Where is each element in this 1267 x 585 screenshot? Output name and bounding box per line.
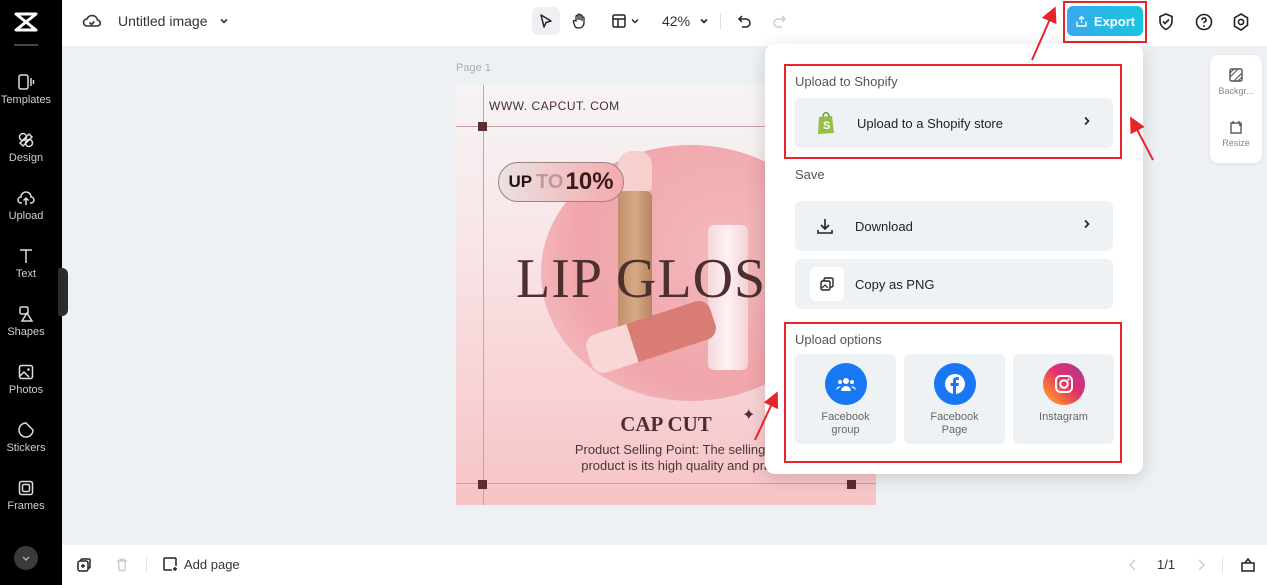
undo-icon bbox=[737, 15, 751, 28]
layout-icon bbox=[611, 14, 626, 28]
templates-icon bbox=[18, 74, 35, 90]
help-icon[interactable] bbox=[1194, 12, 1214, 32]
background-icon bbox=[1229, 68, 1243, 82]
sidebar-label: Design bbox=[8, 152, 44, 164]
hand-icon bbox=[572, 13, 585, 29]
layout-dropdown-button[interactable] bbox=[606, 7, 644, 35]
download-label: Download bbox=[855, 218, 913, 234]
upload-options-highlight-box bbox=[784, 322, 1122, 463]
shield-check-icon[interactable] bbox=[1156, 12, 1176, 32]
resize-handle[interactable] bbox=[478, 122, 487, 131]
hand-tool-button[interactable] bbox=[566, 7, 594, 35]
sidebar-item-frames[interactable]: Frames bbox=[0, 479, 52, 512]
guide-line bbox=[456, 483, 876, 484]
sidebar-label: Shapes bbox=[7, 326, 45, 338]
download-button[interactable]: Download bbox=[795, 201, 1113, 251]
sidebar-item-shapes[interactable]: Shapes bbox=[0, 305, 52, 338]
resize-label: Resize bbox=[1222, 138, 1250, 148]
sidebar-label: Text bbox=[15, 268, 37, 280]
copy-png-label: Copy as PNG bbox=[855, 276, 935, 292]
left-sidebar: Templates Design Upload Text Shapes Phot… bbox=[0, 0, 62, 585]
guide-line bbox=[483, 85, 484, 505]
right-tool-panel: Backgr... Resize bbox=[1210, 55, 1262, 163]
sidebar-collapse-handle[interactable] bbox=[58, 268, 68, 316]
resize-button[interactable]: Resize bbox=[1210, 119, 1262, 148]
copy-image-icon bbox=[820, 277, 834, 291]
poster-headline[interactable]: LIP GLOSS bbox=[516, 247, 798, 311]
zoom-level[interactable]: 42% bbox=[662, 13, 690, 29]
badge-text-up: UP bbox=[508, 172, 533, 191]
sidebar-item-design[interactable]: Design bbox=[0, 131, 52, 164]
export-highlight-box bbox=[1063, 1, 1147, 43]
export-menu: Upload to Shopify S Upload to a Shopify … bbox=[765, 44, 1143, 474]
zoom-chevron-down-icon[interactable] bbox=[698, 15, 710, 27]
cloud-save-icon[interactable] bbox=[82, 11, 102, 31]
sidebar-more-button[interactable] bbox=[14, 546, 38, 570]
resize-handle[interactable] bbox=[478, 480, 487, 489]
divider bbox=[146, 557, 147, 573]
poster-url[interactable]: WWW. CAPCUT. COM bbox=[489, 99, 620, 113]
copy-icon-wrap bbox=[810, 267, 844, 301]
pointer-icon bbox=[540, 14, 552, 28]
chevron-down-icon bbox=[22, 556, 30, 562]
upload-icon bbox=[17, 191, 35, 205]
redo-icon bbox=[773, 15, 787, 28]
chevron-down-icon[interactable] bbox=[218, 15, 230, 27]
chevron-down-icon bbox=[631, 19, 638, 24]
discount-badge[interactable]: UP TO 10% bbox=[498, 162, 624, 202]
sidebar-label: Frames bbox=[7, 500, 45, 512]
sidebar-item-stickers[interactable]: Stickers bbox=[0, 421, 52, 454]
sidebar-label: Photos bbox=[8, 384, 44, 396]
save-section-label: Save bbox=[795, 167, 825, 182]
capcut-logo-icon[interactable] bbox=[13, 9, 39, 35]
sidebar-item-photos[interactable]: Photos bbox=[0, 363, 52, 396]
sidebar-label: Stickers bbox=[6, 442, 46, 454]
delete-page-icon[interactable] bbox=[114, 557, 130, 573]
photos-icon bbox=[18, 364, 34, 380]
sidebar-label: Templates bbox=[0, 94, 52, 106]
copy-png-button[interactable]: Copy as PNG bbox=[795, 259, 1113, 309]
text-icon bbox=[20, 249, 32, 263]
page-panel-toggle-icon[interactable] bbox=[1240, 557, 1256, 573]
design-icon bbox=[18, 132, 34, 148]
resize-handle[interactable] bbox=[847, 480, 856, 489]
divider bbox=[720, 13, 722, 29]
badge-text-to: TO bbox=[536, 170, 564, 193]
background-label: Backgr... bbox=[1218, 86, 1254, 96]
add-page-label: Add page bbox=[184, 556, 240, 572]
undo-button[interactable] bbox=[731, 7, 759, 35]
frames-icon bbox=[18, 480, 34, 496]
next-page-icon[interactable] bbox=[1196, 559, 1206, 571]
badge-text-percent: 10% bbox=[565, 168, 614, 195]
redo-button[interactable] bbox=[765, 7, 793, 35]
settings-icon[interactable] bbox=[1231, 12, 1251, 32]
shopify-highlight-box bbox=[784, 64, 1122, 159]
add-page-button[interactable]: Add page bbox=[162, 556, 240, 572]
select-tool-button[interactable] bbox=[532, 7, 560, 35]
resize-icon bbox=[1230, 121, 1242, 134]
previous-page-icon[interactable] bbox=[1128, 559, 1138, 571]
page-label: Page 1 bbox=[456, 62, 491, 74]
background-button[interactable]: Backgr... bbox=[1210, 67, 1262, 96]
add-page-icon bbox=[163, 557, 177, 571]
sidebar-item-templates[interactable]: Templates bbox=[0, 73, 52, 106]
divider bbox=[1222, 557, 1223, 573]
stickers-icon bbox=[18, 422, 34, 438]
duplicate-page-icon[interactable] bbox=[76, 557, 92, 573]
download-icon bbox=[817, 219, 833, 234]
page-indicator: 1/1 bbox=[1157, 557, 1176, 572]
sidebar-label: Upload bbox=[8, 210, 44, 222]
sidebar-item-text[interactable]: Text bbox=[0, 247, 52, 280]
sidebar-item-upload[interactable]: Upload bbox=[0, 189, 52, 222]
shapes-icon bbox=[19, 306, 34, 322]
bottom-bar: Add page 1/1 bbox=[62, 545, 1267, 585]
chevron-right-icon bbox=[1084, 219, 1090, 229]
document-title[interactable]: Untitled image bbox=[118, 13, 208, 29]
